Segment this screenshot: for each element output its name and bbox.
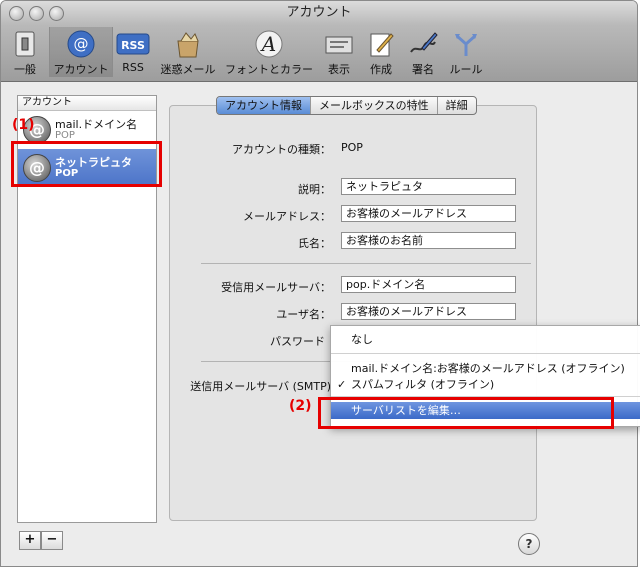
- zoom-window-button[interactable]: [49, 6, 64, 21]
- toolbar-fonts-colors[interactable]: A フォントとカラー: [223, 27, 315, 77]
- username-field[interactable]: お客様のメールアドレス: [341, 303, 516, 320]
- window-title: アカウント: [286, 5, 352, 20]
- add-account-button[interactable]: +: [19, 531, 41, 550]
- minimize-window-button[interactable]: [29, 6, 44, 21]
- checkmark-icon: ✓: [337, 378, 347, 391]
- toolbar-fonts-colors-label: フォントとカラー: [225, 63, 313, 76]
- description-field[interactable]: ネットラピュタ: [341, 178, 516, 195]
- toolbar-accounts-label: アカウント: [53, 63, 109, 76]
- title-bar: アカウント: [1, 1, 637, 25]
- toolbar-signatures-label: 署名: [412, 63, 434, 76]
- fullname-label: 氏名：: [298, 237, 331, 250]
- rules-icon: [449, 29, 483, 59]
- preferences-window: アカウント 一般 @ アカウント RSS RSS 迷惑メール A フォントとカラ…: [0, 0, 638, 567]
- username-label: ユーザ名：: [276, 308, 331, 321]
- toolbar: 一般 @ アカウント RSS RSS 迷惑メール A フォントとカラー 表示 作…: [1, 25, 637, 82]
- tab-mailbox-behaviors[interactable]: メールボックスの特性: [311, 97, 438, 114]
- menu-item-spam-filter-label: スパムフィルタ (オフライン): [351, 378, 495, 391]
- description-label: 説明：: [298, 183, 331, 196]
- junk-mail-icon: [171, 29, 205, 59]
- menu-item-none[interactable]: なし: [331, 331, 640, 348]
- tab-account-info[interactable]: アカウント情報: [217, 97, 311, 114]
- annotation-label-1: (1): [12, 117, 35, 133]
- email-field[interactable]: お客様のメールアドレス: [341, 205, 516, 222]
- toolbar-junk-mail-label: 迷惑メール: [160, 63, 216, 76]
- toolbar-rss-label: RSS: [122, 61, 144, 74]
- toolbar-accounts[interactable]: @ アカウント: [49, 27, 113, 77]
- fullname-field[interactable]: お客様のお名前: [341, 232, 516, 249]
- svg-text:A: A: [260, 32, 276, 56]
- at-sign-icon: @: [64, 29, 98, 59]
- incoming-server-field[interactable]: pop.ドメイン名: [341, 276, 516, 293]
- toolbar-compose-label: 作成: [370, 63, 392, 76]
- annotation-label-2: (2): [289, 398, 312, 414]
- toolbar-general[interactable]: 一般: [7, 27, 43, 77]
- incoming-server-label: 受信用メールサーバ：: [221, 281, 331, 294]
- view-icon: [322, 29, 356, 59]
- menu-item-domain-server[interactable]: mail.ドメイン名:お客様のメールアドレス (オフライン): [331, 360, 640, 377]
- svg-text:@: @: [74, 35, 89, 53]
- toolbar-rules-label: ルール: [449, 63, 483, 76]
- section-divider: [201, 263, 531, 264]
- toolbar-rss[interactable]: RSS RSS: [115, 27, 151, 77]
- toolbar-general-label: 一般: [14, 63, 36, 76]
- help-button[interactable]: ?: [518, 533, 540, 555]
- compose-icon: [364, 29, 398, 59]
- toolbar-view[interactable]: 表示: [319, 27, 359, 77]
- toolbar-junk-mail[interactable]: 迷惑メール: [157, 27, 219, 77]
- account-type: POP: [55, 130, 75, 141]
- svg-text:RSS: RSS: [121, 39, 145, 52]
- smtp-label: 送信用メールサーバ (SMTP): [190, 380, 331, 393]
- signature-icon: [406, 29, 440, 59]
- toolbar-compose[interactable]: 作成: [361, 27, 401, 77]
- annotation-box-1: [11, 141, 162, 187]
- annotation-box-2: [318, 397, 614, 429]
- account-type-label: アカウントの種類：: [232, 143, 331, 156]
- tab-advanced[interactable]: 詳細: [438, 97, 476, 114]
- password-label: パスワード: [270, 335, 325, 348]
- rss-icon: RSS: [116, 29, 150, 59]
- email-label: メールアドレス：: [243, 210, 331, 223]
- toolbar-rules[interactable]: ルール: [445, 27, 487, 77]
- close-window-button[interactable]: [9, 6, 24, 21]
- menu-item-spam-filter[interactable]: ✓ スパムフィルタ (オフライン): [331, 376, 640, 393]
- toolbar-view-label: 表示: [328, 63, 350, 76]
- toolbar-signatures[interactable]: 署名: [403, 27, 443, 77]
- menu-separator: [331, 353, 640, 354]
- font-icon: A: [252, 29, 286, 59]
- settings-tabs: アカウント情報 メールボックスの特性 詳細: [216, 96, 477, 115]
- account-type-value: POP: [341, 141, 363, 154]
- accounts-list-header: アカウント: [18, 96, 156, 111]
- remove-account-button[interactable]: −: [41, 531, 63, 550]
- switch-icon: [8, 29, 42, 59]
